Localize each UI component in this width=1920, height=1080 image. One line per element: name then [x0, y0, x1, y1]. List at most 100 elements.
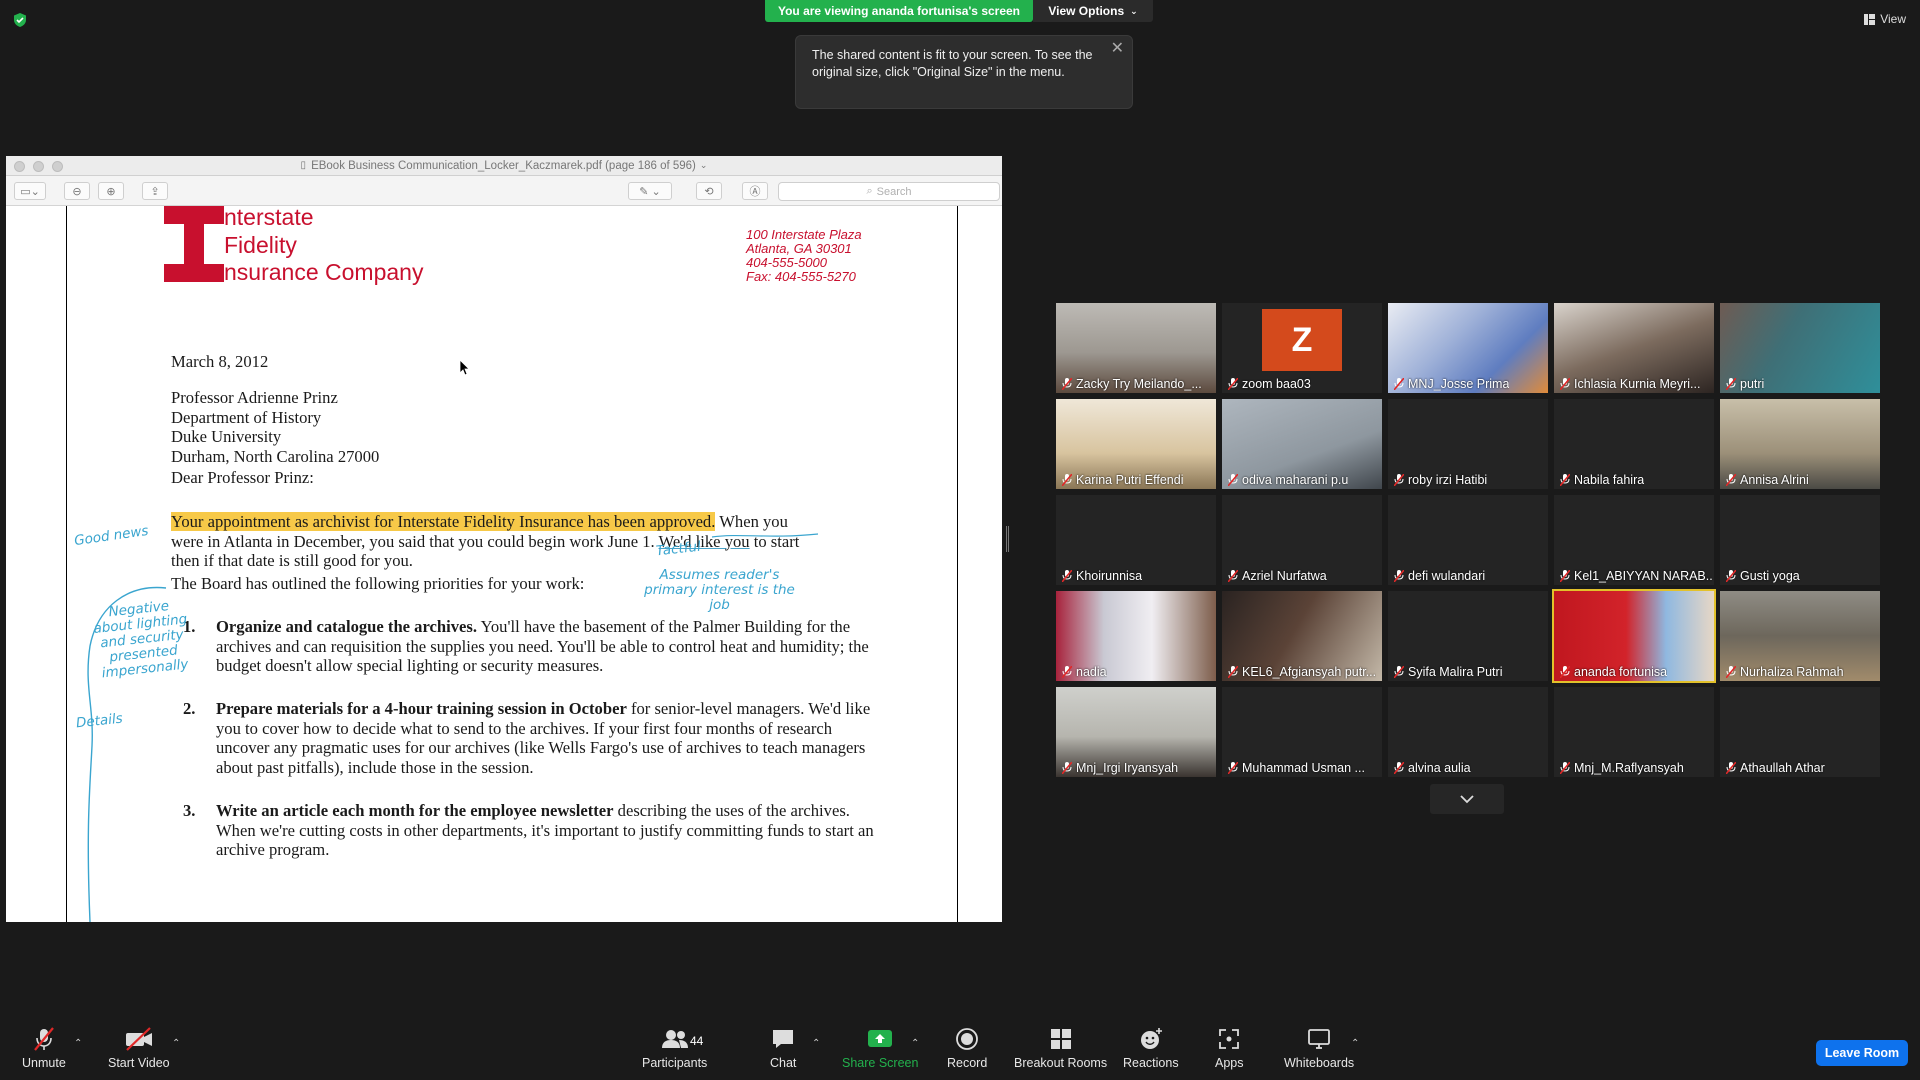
- participants-label: Participants: [642, 1056, 708, 1070]
- participant-tile[interactable]: odiva maharani p.u: [1222, 399, 1382, 489]
- search-placeholder: Search: [876, 185, 912, 198]
- participant-tile[interactable]: Ichlasia Kurnia Meyri...: [1554, 303, 1714, 393]
- participant-tile[interactable]: nadia: [1056, 591, 1216, 681]
- share-options-caret-icon[interactable]: ⌃: [911, 1038, 919, 1049]
- pdf-toolbar: ▭⌄ ⊖ ⊕ ⇪ ✎ ⌄ ⟲ Ⓐ ⌕ Search: [6, 176, 1002, 206]
- participant-tile[interactable]: alvina aulia: [1388, 687, 1548, 777]
- pdf-page: nterstate Fidelity nsurance Company 100 …: [6, 206, 1002, 922]
- participant-name-text: Khoirunnisa: [1076, 569, 1143, 583]
- fit-to-screen-tooltip: The shared content is fit to your screen…: [795, 35, 1133, 109]
- reactions-smiley-icon: [1140, 1028, 1162, 1049]
- participant-tile[interactable]: putri: [1720, 303, 1880, 393]
- audio-options-caret-icon[interactable]: ⌃: [74, 1038, 82, 1049]
- view-options-button[interactable]: View Options ⌄: [1033, 0, 1153, 22]
- security-shield-icon[interactable]: [12, 12, 28, 28]
- participant-tile[interactable]: MNJ_Josse Prima: [1388, 303, 1548, 393]
- start-video-button[interactable]: Start Video: [108, 1026, 170, 1070]
- muted-mic-icon: [1726, 762, 1736, 774]
- company-logo-icon: [164, 206, 224, 282]
- address-line-1: 100 Interstate Plaza: [746, 227, 862, 242]
- shared-screen: ▯ EBook Business Communication_Locker_Ka…: [6, 156, 1002, 922]
- page-border-right: [957, 206, 958, 922]
- paragraph-2: The Board has outlined the following pri…: [171, 574, 585, 593]
- chevron-down-icon: ⌄: [699, 160, 708, 170]
- muted-mic-icon: [1560, 570, 1570, 582]
- muted-mic-icon: [1560, 762, 1570, 774]
- muted-mic-icon: [1726, 570, 1736, 582]
- chat-options-caret-icon[interactable]: ⌃: [812, 1038, 820, 1049]
- muted-mic-icon: [1062, 378, 1072, 390]
- whiteboard-options-caret-icon[interactable]: ⌃: [1351, 1038, 1359, 1049]
- participant-name: odiva maharani p.u: [1228, 473, 1348, 487]
- participant-name: Muhammad Usman ...: [1228, 761, 1365, 775]
- highlighted-sentence: Your appointment as archivist for Inters…: [171, 512, 716, 531]
- paragraph-1: Your appointment as archivist for Inters…: [171, 512, 891, 571]
- participant-tile[interactable]: Muhammad Usman ...: [1222, 687, 1382, 777]
- unmute-button[interactable]: Unmute: [22, 1026, 66, 1070]
- leave-room-button[interactable]: Leave Room: [1816, 1040, 1908, 1066]
- muted-mic-icon: [1228, 666, 1238, 678]
- tooltip-text: The shared content is fit to your screen…: [812, 48, 1093, 79]
- record-icon: [956, 1028, 979, 1050]
- close-icon[interactable]: ✕: [1111, 40, 1124, 57]
- participant-tile[interactable]: Athaullah Athar: [1720, 687, 1880, 777]
- participant-tile[interactable]: Kel1_ABIYYAN NARAB...: [1554, 495, 1714, 585]
- participant-name-text: roby irzi Hatibi: [1408, 473, 1488, 487]
- reactions-button[interactable]: Reactions: [1123, 1026, 1179, 1070]
- muted-mic-icon: [1726, 378, 1736, 390]
- unmute-label: Unmute: [22, 1056, 66, 1070]
- priority-item-1: 1. Organize and catalogue the archives. …: [156, 617, 876, 677]
- participant-tile[interactable]: Annisa Alrini: [1720, 399, 1880, 489]
- participant-tile[interactable]: Gusti yoga: [1720, 495, 1880, 585]
- participant-name: Khoirunnisa: [1062, 569, 1142, 583]
- chat-label: Chat: [770, 1056, 797, 1070]
- participant-tile[interactable]: Nurhaliza Rahmah: [1720, 591, 1880, 681]
- participant-tile[interactable]: roby irzi Hatibi: [1388, 399, 1548, 489]
- participant-tile[interactable]: Karina Putri Effendi: [1056, 399, 1216, 489]
- participant-tile[interactable]: Mnj_Irgi Iryansyah: [1056, 687, 1216, 777]
- split-resize-handle[interactable]: [1006, 526, 1009, 552]
- participant-tile[interactable]: Mnj_M.Raflyansyah: [1554, 687, 1714, 777]
- video-options-caret-icon[interactable]: ⌃: [172, 1038, 180, 1049]
- participant-name: Ichlasia Kurnia Meyri...: [1560, 377, 1700, 391]
- participant-name-text: Gusti yoga: [1740, 569, 1800, 583]
- participant-tile[interactable]: Zacky Try Meilando_...: [1056, 303, 1216, 393]
- participant-name-text: putri: [1740, 377, 1765, 391]
- participant-tile[interactable]: Khoirunnisa: [1056, 495, 1216, 585]
- annotation-bracket-icon: [87, 586, 167, 922]
- company-address: 100 Interstate Plaza Atlanta, GA 30301 4…: [746, 228, 862, 284]
- apps-button[interactable]: Apps: [1215, 1026, 1244, 1070]
- close-window-button: [14, 161, 25, 172]
- address-line-2: Atlanta, GA 30301: [746, 241, 852, 256]
- participants-button[interactable]: Participants: [642, 1026, 707, 1070]
- participant-name: zoom baa03: [1228, 377, 1311, 391]
- item-2-number: 2.: [183, 699, 196, 718]
- participant-tile[interactable]: defi wulandari: [1388, 495, 1548, 585]
- breakout-rooms-button[interactable]: Breakout Rooms: [1014, 1026, 1107, 1070]
- next-page-chevron-icon[interactable]: [1430, 784, 1504, 814]
- participant-name: Zacky Try Meilando_...: [1062, 377, 1202, 391]
- start-video-label: Start Video: [108, 1056, 170, 1070]
- whiteboards-button[interactable]: Whiteboards: [1284, 1026, 1354, 1070]
- participant-tile[interactable]: Syifa Malira Putri: [1388, 591, 1548, 681]
- participant-tile[interactable]: Zzoom baa03: [1222, 303, 1382, 393]
- view-button[interactable]: View: [1864, 12, 1906, 26]
- participant-tile[interactable]: Nabila fahira: [1554, 399, 1714, 489]
- participant-name: roby irzi Hatibi: [1394, 473, 1487, 487]
- participants-count: 44: [690, 1034, 704, 1048]
- participant-tile[interactable]: Azriel Nurfatwa: [1222, 495, 1382, 585]
- chat-button[interactable]: Chat: [770, 1026, 796, 1070]
- participant-tile[interactable]: ananda fortunisa: [1552, 589, 1716, 683]
- muted-mic-icon: [1394, 378, 1404, 390]
- participant-name: Nabila fahira: [1560, 473, 1644, 487]
- record-button[interactable]: Record: [947, 1026, 987, 1070]
- reactions-label: Reactions: [1123, 1056, 1179, 1070]
- participant-tile[interactable]: KEL6_Afgiansyah putr...: [1222, 591, 1382, 681]
- participant-name: Azriel Nurfatwa: [1228, 569, 1327, 583]
- share-screen-button[interactable]: Share Screen: [842, 1026, 918, 1070]
- item-2-heading: Prepare materials for a 4-hour training …: [216, 699, 627, 718]
- participant-name-text: KEL6_Afgiansyah putr...: [1242, 665, 1377, 679]
- salutation: Dear Professor Prinz:: [171, 468, 314, 487]
- pdf-search-field: ⌕ Search: [778, 182, 1000, 201]
- markup-pen-icon: ✎ ⌄: [628, 182, 672, 200]
